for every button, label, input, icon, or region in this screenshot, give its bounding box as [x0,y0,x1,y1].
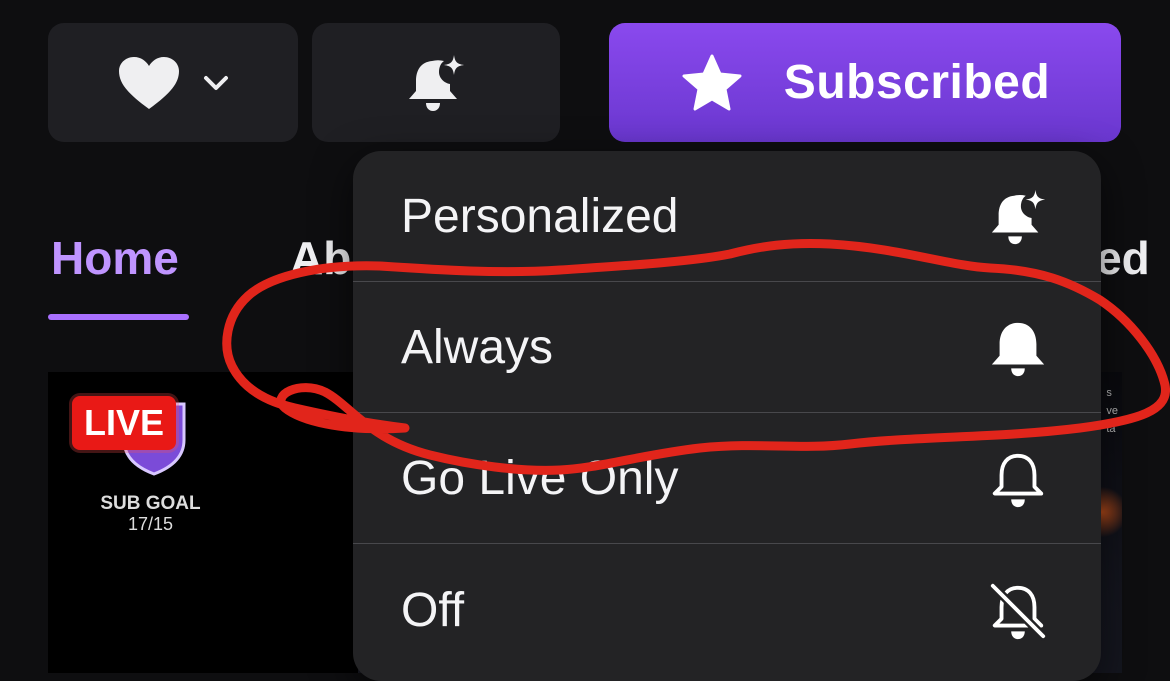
bell-off-icon [988,580,1048,641]
overlay-panel: LIVE SUB GOAL 17/15 [48,372,358,673]
chevron-down-icon[interactable] [203,74,229,92]
tab-home[interactable]: Home [51,231,179,285]
menu-item-off[interactable]: Off [353,545,1101,676]
notification-button[interactable] [312,23,560,142]
menu-item-label: Go Live Only [401,452,679,505]
star-icon [682,54,742,110]
heart-icon [119,56,179,109]
subscribed-label: Subscribed [783,56,1051,109]
notification-menu: Personalized Always Go Live Only Off [353,151,1101,681]
side-text-line: s [1106,387,1112,399]
follow-button[interactable] [48,23,298,142]
sub-goal-value: 17/15 [127,514,174,534]
side-text-line: ve [1106,405,1118,417]
active-tab-indicator [48,314,189,320]
bell-filled-icon [991,322,1045,376]
sub-goal: SUB GOAL 17/15 [78,493,223,535]
menu-item-always[interactable]: Always [353,282,1101,413]
bell-sparkle-icon [991,189,1046,244]
menu-item-go-live-only[interactable]: Go Live Only [353,413,1101,544]
menu-item-label: Personalized [401,190,679,243]
menu-item-label: Always [401,321,554,374]
divider [353,543,1101,544]
subscribed-button[interactable]: Subscribed [609,23,1121,142]
live-badge: LIVE [72,396,177,450]
bell-sparkle-icon [409,54,464,111]
menu-item-label: Off [401,584,465,637]
side-overlay-text: s ve ta [1106,384,1118,438]
side-text-line: ta [1106,423,1116,435]
bell-outline-icon [992,453,1044,507]
sub-goal-title: SUB GOAL [100,493,201,514]
tab-about[interactable]: Ab [290,231,351,285]
menu-item-personalized[interactable]: Personalized [353,151,1101,282]
